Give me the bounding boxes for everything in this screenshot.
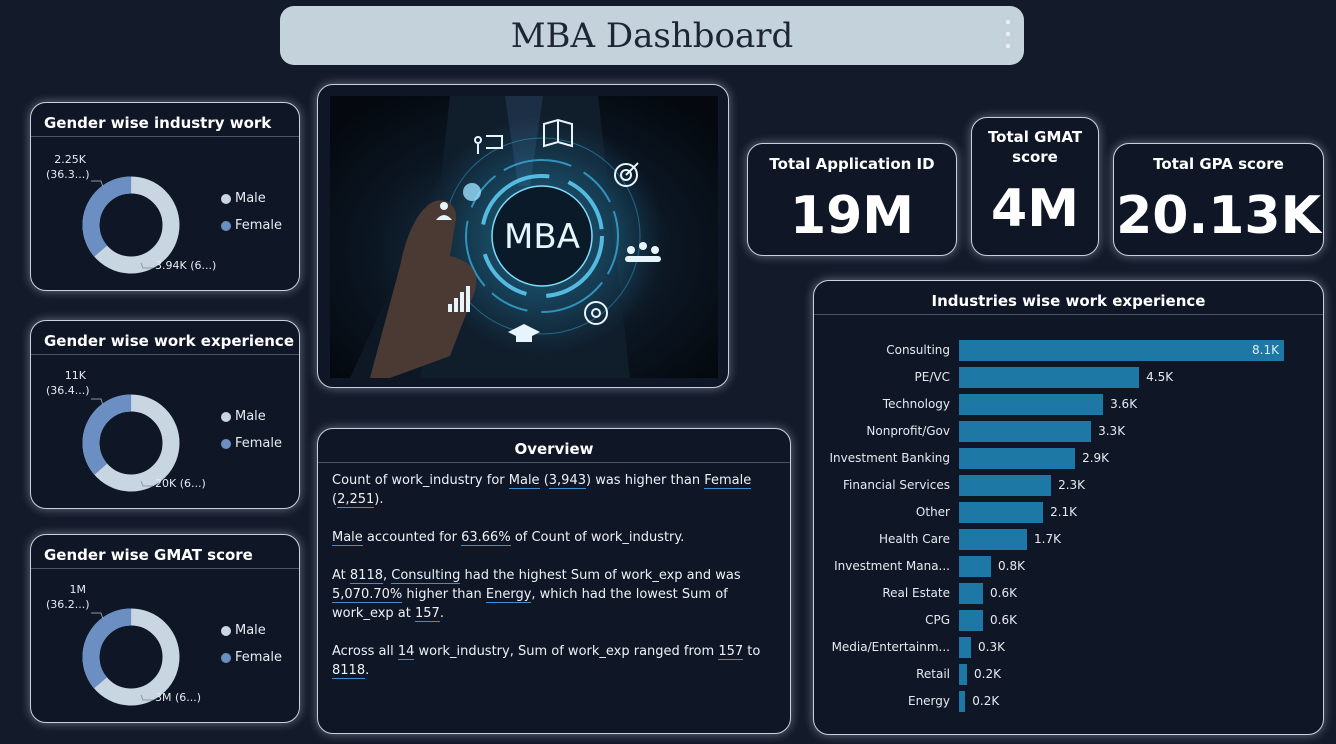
legend-item-male[interactable]: Male <box>221 403 282 430</box>
bar-other[interactable] <box>959 502 1044 523</box>
donut-label-male: 20K (6...) <box>155 477 206 490</box>
bar-value-label: 2.9K <box>1082 451 1110 465</box>
overview-paragraph: Male accounted for 63.66% of Count of wo… <box>332 530 685 546</box>
bar-value-label: 0.8K <box>998 559 1025 573</box>
kpi-value: 19M <box>789 186 915 246</box>
mba-illustration: MBA <box>330 96 718 378</box>
gender-experience-card: Gender wise work experience 11K (36.4...… <box>30 320 300 509</box>
mba-text: MBA <box>504 217 580 257</box>
bar-nonprofit-gov[interactable] <box>959 421 1092 442</box>
male-dot-icon <box>221 625 231 636</box>
female-dot-icon <box>221 652 231 663</box>
bar-category-label: Consulting <box>886 343 950 357</box>
bar-value-label: 0.6K <box>990 613 1017 627</box>
drag-handle-icon[interactable] <box>1006 20 1010 48</box>
overview-card: Overview Count of work_industry for Male… <box>317 428 791 734</box>
bar-category-label: Other <box>915 505 950 519</box>
bar-category-label: Energy <box>907 694 950 708</box>
bar-chart[interactable]: Consulting 8.1K PE/VC 4.5K Technology 3.6K Non… <box>814 281 1325 736</box>
bar-category-label: PE/VC <box>914 370 950 384</box>
bar-investment-mana-[interactable] <box>959 556 992 577</box>
kpi-value: 4M <box>991 179 1079 239</box>
female-dot-icon <box>221 220 231 231</box>
bar-investment-banking[interactable] <box>959 448 1076 469</box>
industries-chart-card: Industries wise work experience Consulti… <box>813 280 1324 735</box>
donut-label-female: 1M <box>69 583 87 596</box>
kpi-value: 20.13K <box>1116 186 1321 246</box>
bar-pe-vc[interactable] <box>959 367 1140 388</box>
bar-retail[interactable] <box>959 664 967 685</box>
bar-category-label: Investment Mana... <box>834 559 950 573</box>
bar-value-label: 3.6K <box>1110 397 1138 411</box>
legend-item-male[interactable]: Male <box>221 185 282 212</box>
legend: Male Female <box>221 617 282 671</box>
male-dot-icon <box>221 411 231 422</box>
kpi-total-gpa-card: Total GPA score 20.13K <box>1113 143 1324 256</box>
leader-line <box>91 180 104 188</box>
kpi-title: Total GPA score <box>1153 155 1284 173</box>
legend-item-male[interactable]: Male <box>221 617 282 644</box>
bar-category-label: Nonprofit/Gov <box>866 424 950 438</box>
bar-category-label: Financial Services <box>843 478 950 492</box>
bar-technology[interactable] <box>959 394 1104 415</box>
bar-value-label: 2.3K <box>1058 478 1086 492</box>
bar-financial-services[interactable] <box>959 475 1052 496</box>
donut-label-female-pct: (36.4...) <box>46 384 90 397</box>
bar-value-label: 1.7K <box>1034 532 1061 546</box>
kpi-total-application-card: Total Application ID 19M <box>747 143 957 256</box>
gender-industry-card: Gender wise industry work 2.25K (36.3...… <box>30 102 300 291</box>
dashboard-title-bar: MBA Dashboard <box>280 6 1024 65</box>
overview-paragraph: Count of work_industry for Male (3,943) … <box>332 473 752 508</box>
male-dot-icon <box>221 193 231 204</box>
bar-value-label: 8.1K <box>1252 343 1279 357</box>
kpi-title: Total Application ID <box>769 155 935 173</box>
donut-label-male: 3.94K (6...) <box>155 259 217 272</box>
kpi-title: Total GMAT <box>987 128 1083 146</box>
bar-value-label: 3.3K <box>1098 424 1126 438</box>
bar-health-care[interactable] <box>959 529 1028 550</box>
legend-item-female[interactable]: Female <box>221 212 282 239</box>
bar-value-label: 2.1K <box>1050 505 1078 519</box>
legend: Male Female <box>221 403 282 457</box>
bar-media-entertainm-[interactable] <box>959 637 971 658</box>
female-dot-icon <box>221 438 231 449</box>
bar-cpg[interactable] <box>959 610 984 631</box>
overview-paragraph: At 8118, Consulting had the highest Sum … <box>332 568 741 622</box>
dashboard-title: MBA Dashboard <box>510 15 794 56</box>
bar-value-label: 0.2K <box>974 667 1001 681</box>
donut-label-female: 2.25K <box>54 153 86 166</box>
bar-energy[interactable] <box>959 691 966 712</box>
leader-line <box>91 612 104 620</box>
donut-label-female-pct: (36.2...) <box>46 598 90 611</box>
donut-label-female-pct: (36.3...) <box>46 168 90 181</box>
bar-value-label: 0.3K <box>978 640 1005 654</box>
legend-item-female[interactable]: Female <box>221 430 282 457</box>
bar-category-label: Real Estate <box>882 586 950 600</box>
kpi-title-line2: score <box>1012 148 1058 166</box>
overview-narrative: Count of work_industry for Male (3,943) … <box>318 463 790 680</box>
mba-image-card: MBA <box>317 84 729 388</box>
overview-paragraph: Across all 14 work_industry, Sum of work… <box>332 644 761 679</box>
leader-line <box>91 398 104 406</box>
donut-label-female: 11K <box>64 369 86 382</box>
bar-category-label: Investment Banking <box>829 451 950 465</box>
bar-category-label: Technology <box>882 397 950 411</box>
kpi-total-gmat-card: Total GMAT score 4M <box>971 117 1099 256</box>
donut-label-male: 3M (6...) <box>155 691 202 704</box>
bar-value-label: 0.2K <box>972 694 1000 708</box>
bar-category-label: Media/Entertainm... <box>831 640 950 654</box>
bar-category-label: CPG <box>925 613 950 627</box>
bar-value-label: 0.6K <box>990 586 1017 600</box>
bar-category-label: Health Care <box>878 532 950 546</box>
overview-title: Overview <box>318 429 790 463</box>
bar-real-estate[interactable] <box>959 583 984 604</box>
legend-item-female[interactable]: Female <box>221 644 282 671</box>
bar-consulting[interactable] <box>959 340 1284 361</box>
bar-category-label: Retail <box>916 667 950 681</box>
gender-gmat-card: Gender wise GMAT score 1M (36.2...) 3M (… <box>30 534 300 723</box>
legend: Male Female <box>221 185 282 239</box>
bar-value-label: 4.5K <box>1146 370 1174 384</box>
